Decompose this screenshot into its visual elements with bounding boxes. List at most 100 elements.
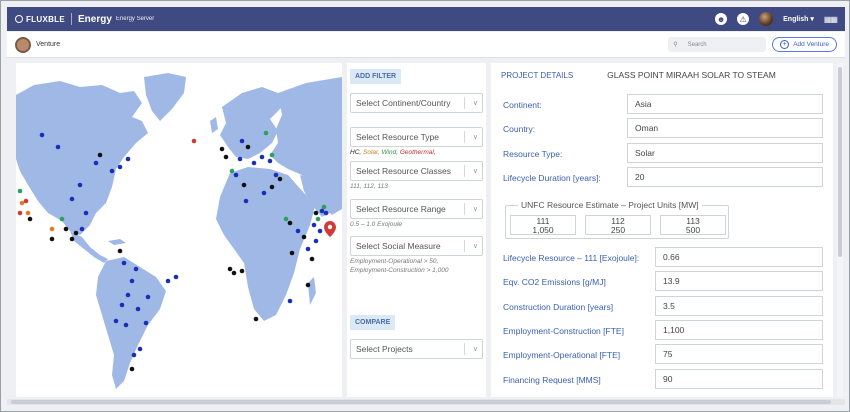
project-marker-wind[interactable]	[269, 152, 275, 158]
project-marker-hc[interactable]	[309, 256, 315, 262]
project-marker-hc[interactable]	[289, 250, 295, 256]
project-marker-project[interactable]	[319, 208, 325, 214]
project-marker-project[interactable]	[121, 260, 127, 266]
project-marker-wind[interactable]	[229, 168, 235, 174]
project-marker-hc[interactable]	[69, 236, 75, 242]
project-marker-hc[interactable]	[269, 184, 275, 190]
scrollbar-thumb[interactable]	[11, 400, 831, 404]
world-map[interactable]	[16, 63, 342, 397]
construction-value[interactable]: 3.5	[655, 296, 823, 316]
resource-type-select[interactable]: Select Resource Type ∨	[350, 127, 483, 147]
project-marker-wind[interactable]	[321, 204, 327, 210]
project-marker-project[interactable]	[267, 158, 273, 164]
project-marker-project[interactable]	[143, 320, 149, 326]
compare-button[interactable]: COMPARE	[350, 315, 396, 331]
project-marker-hc[interactable]	[27, 216, 33, 222]
project-marker-hc[interactable]	[63, 226, 69, 232]
notifications-icon[interactable]: ☻	[715, 13, 728, 25]
emp-construction-value[interactable]: 1,100	[655, 320, 823, 340]
project-marker-project[interactable]	[39, 132, 45, 138]
emp-operational-value[interactable]: 75	[655, 344, 823, 364]
financing-value[interactable]: 90	[655, 369, 823, 389]
language-selector[interactable]: English ▾	[783, 15, 814, 23]
co2-value[interactable]: 13.9	[655, 271, 823, 291]
project-marker-hc[interactable]	[97, 152, 103, 158]
workspace-avatar[interactable]	[15, 36, 31, 53]
social-measure-select[interactable]: Select Social Measure ∨	[350, 236, 483, 257]
project-marker-solar[interactable]	[25, 210, 31, 216]
project-marker-hc[interactable]	[117, 248, 123, 254]
project-marker-solar[interactable]	[49, 226, 55, 232]
project-marker-project[interactable]	[145, 294, 151, 300]
project-marker-project[interactable]	[173, 274, 179, 280]
project-marker-project[interactable]	[123, 322, 129, 328]
project-marker-project[interactable]	[133, 266, 139, 272]
project-marker-project[interactable]	[313, 238, 319, 244]
project-marker-hc[interactable]	[73, 230, 79, 236]
project-marker-project[interactable]	[83, 210, 89, 216]
project-marker-hc[interactable]	[227, 266, 233, 272]
project-marker-project[interactable]	[323, 210, 329, 216]
project-marker-solar[interactable]	[19, 200, 25, 206]
project-marker-project[interactable]	[243, 198, 249, 204]
lifecycle-value[interactable]: 20	[627, 167, 823, 187]
resource-range-select[interactable]: Select Resource Range ∨	[350, 198, 483, 219]
project-marker-hc[interactable]	[219, 146, 225, 152]
project-marker-project[interactable]	[79, 226, 85, 232]
bell-icon[interactable]: ⚠	[737, 13, 750, 25]
project-marker-project[interactable]	[295, 228, 301, 234]
vertical-scrollbar[interactable]	[837, 63, 843, 397]
country-value[interactable]: Oman	[627, 118, 823, 138]
brand-logo[interactable]: FLUXBLE	[15, 15, 65, 24]
project-marker-project[interactable]	[93, 160, 99, 166]
project-marker-project[interactable]	[135, 306, 141, 312]
continent-value[interactable]: Asia	[627, 94, 823, 114]
project-marker-hc[interactable]	[239, 268, 245, 274]
project-marker-project[interactable]	[317, 228, 323, 234]
project-marker-hc[interactable]	[129, 366, 135, 372]
project-marker-project[interactable]	[125, 292, 131, 298]
project-marker-project[interactable]	[125, 156, 131, 162]
project-marker-hc[interactable]	[305, 282, 311, 288]
projects-select[interactable]: Select Projects ∨	[350, 339, 483, 360]
horizontal-scrollbar[interactable]	[7, 399, 845, 405]
project-marker-hc[interactable]	[253, 316, 259, 322]
project-marker-project[interactable]	[165, 278, 171, 284]
project-marker-project[interactable]	[117, 164, 123, 170]
lifecycle-resource-value[interactable]: 0.66	[655, 247, 823, 267]
project-marker-project[interactable]	[131, 352, 137, 358]
project-marker-project[interactable]	[129, 278, 135, 284]
user-avatar[interactable]	[759, 12, 774, 26]
project-marker-hc[interactable]	[301, 234, 307, 240]
project-marker-geothermal[interactable]	[23, 198, 29, 204]
search-input[interactable]: ⚲ Search	[668, 37, 767, 52]
project-marker-project[interactable]	[251, 160, 257, 166]
project-marker-project[interactable]	[239, 138, 245, 144]
add-venture-button[interactable]: + Add Venture	[772, 37, 837, 52]
project-marker-project[interactable]	[305, 246, 311, 252]
continent-country-select[interactable]: Select Continent/Country ∨	[350, 93, 483, 113]
add-filter-button[interactable]: ADD FILTER	[350, 69, 402, 84]
resource-classes-select[interactable]: Select Resource Classes ∨	[350, 161, 483, 182]
project-marker-hc[interactable]	[49, 236, 55, 242]
project-marker-project[interactable]	[109, 168, 115, 174]
project-marker-project[interactable]	[259, 154, 265, 160]
project-marker-project[interactable]	[55, 144, 61, 150]
project-marker-hc[interactable]	[241, 182, 247, 188]
project-marker-wind[interactable]	[315, 216, 321, 222]
project-marker-hc[interactable]	[313, 210, 319, 216]
project-marker-geothermal[interactable]	[17, 210, 23, 216]
project-marker-project[interactable]	[261, 190, 267, 196]
project-marker-project[interactable]	[287, 298, 293, 304]
project-marker-wind[interactable]	[283, 216, 289, 222]
resource-type-value[interactable]: Solar	[627, 143, 823, 163]
project-marker-project[interactable]	[237, 156, 243, 162]
project-marker-wind[interactable]	[17, 188, 23, 194]
project-marker-hc[interactable]	[231, 270, 237, 276]
project-marker-project[interactable]	[113, 318, 119, 324]
project-marker-project[interactable]	[77, 182, 83, 188]
project-marker-wind[interactable]	[263, 130, 269, 136]
project-marker-wind[interactable]	[59, 216, 65, 222]
project-marker-hc[interactable]	[245, 144, 251, 150]
project-marker-project[interactable]	[273, 172, 279, 178]
